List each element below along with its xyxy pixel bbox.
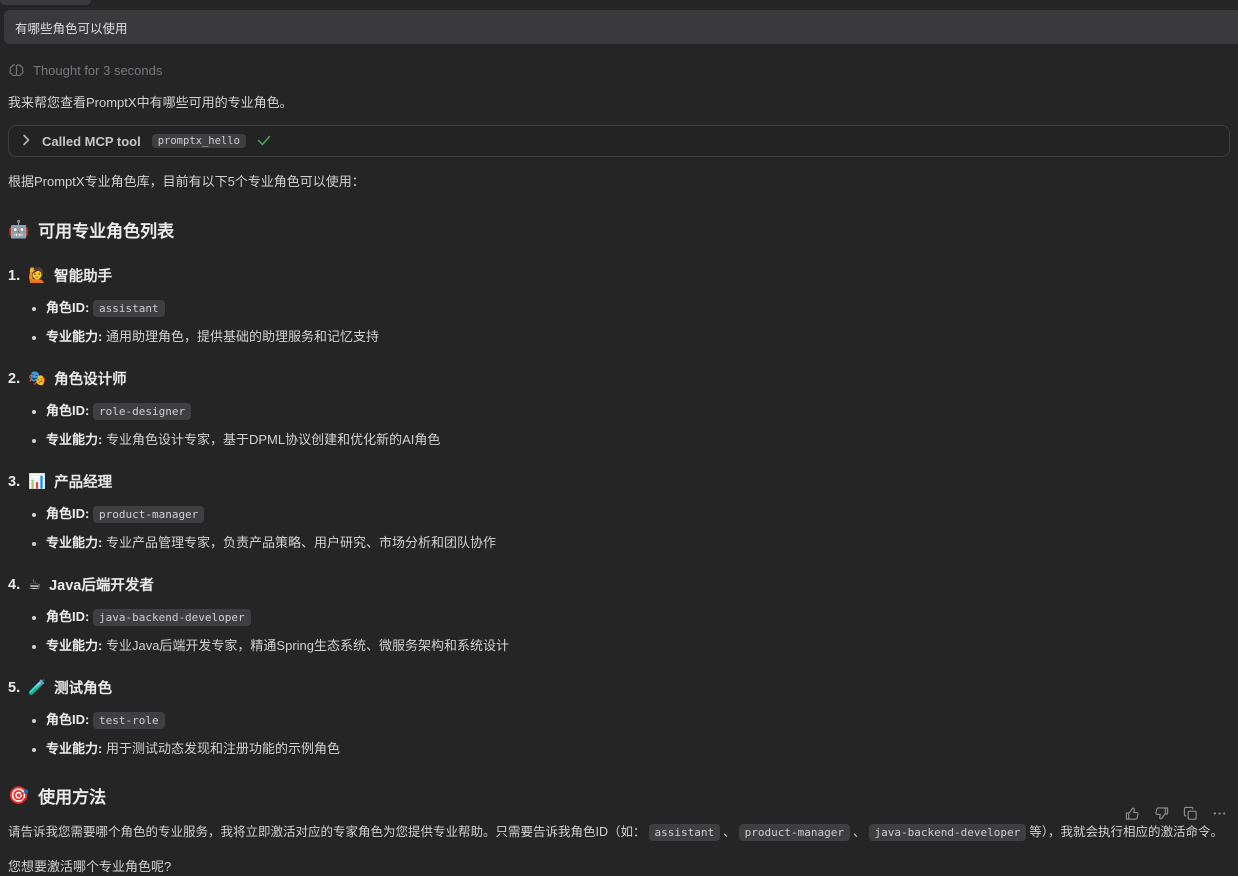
robot-emoji-icon: 🤖 xyxy=(8,220,29,240)
user-message-bubble: 有哪些角色可以使用 xyxy=(4,10,1238,44)
role-ability-text: 专业Java后端开发专家，精通Spring生态系统、微服务架构和系统设计 xyxy=(106,638,509,653)
mcp-tool-label: Called MCP tool xyxy=(42,134,141,149)
masks-emoji-icon: 🎭 xyxy=(28,370,46,387)
role-ability-item: 专业能力: 专业Java后端开发专家，精通Spring生态系统、微服务架构和系统… xyxy=(46,637,1230,654)
role-heading-assistant: 1. 🙋 智能助手 xyxy=(8,265,1230,286)
success-check-icon xyxy=(257,134,271,149)
role-ability-text: 专业角色设计专家，基于DPML协议创建和优化新的AI角色 xyxy=(106,432,440,447)
role-ability-label: 专业能力: xyxy=(46,638,102,653)
mcp-tool-name-badge: promptx_hello xyxy=(152,134,246,148)
role-title: 角色设计师 xyxy=(54,368,127,389)
role-detail-list: 角色ID: role-designer 专业能力: 专业角色设计专家，基于DPM… xyxy=(8,402,1230,448)
role-id-item: 角色ID: role-designer xyxy=(46,402,1230,420)
previous-message-stub xyxy=(0,0,91,5)
brain-icon xyxy=(8,63,24,78)
user-message-text: 有哪些角色可以使用 xyxy=(15,18,128,37)
role-id-code: java-backend-developer xyxy=(93,609,251,626)
role-ability-item: 专业能力: 用于测试动态发现和注册功能的示例角色 xyxy=(46,740,1230,757)
chevron-right-icon xyxy=(22,134,31,149)
role-id-label: 角色ID: xyxy=(46,712,89,727)
role-ability-label: 专业能力: xyxy=(46,741,102,756)
dartboard-emoji-icon: 🎯 xyxy=(8,786,29,806)
role-ability-label: 专业能力: xyxy=(46,535,102,550)
role-id-item: 角色ID: java-backend-developer xyxy=(46,608,1230,626)
usage-separator: 、 xyxy=(853,825,866,839)
intro-paragraph: 我来帮您查看PromptX中有哪些可用的专业角色。 xyxy=(8,93,1230,112)
message-action-bar xyxy=(1123,804,1228,822)
thought-summary-toggle[interactable]: Thought for 3 seconds xyxy=(8,63,1230,78)
role-title: 测试角色 xyxy=(54,677,112,698)
role-id-label: 角色ID: xyxy=(46,609,89,624)
test-tube-emoji-icon: 🧪 xyxy=(28,679,46,696)
role-number: 4. xyxy=(8,577,20,593)
role-ability-text: 用于测试动态发现和注册功能的示例角色 xyxy=(106,741,340,756)
role-title: Java后端开发者 xyxy=(49,574,154,595)
usage-separator: 、 xyxy=(723,825,736,839)
role-ability-item: 专业能力: 专业产品管理专家，负责产品策略、用户研究、市场分析和团队协作 xyxy=(46,534,1230,551)
role-title: 智能助手 xyxy=(54,265,112,286)
role-heading-java-backend-developer: 4. ☕ Java后端开发者 xyxy=(8,574,1230,595)
usage-text-before: 请告诉我您需要哪个角色的专业服务，我将立即激活对应的专家角色为您提供专业帮助。只… xyxy=(8,825,646,839)
usage-text-after: 等），我就会执行相应的激活命令。 xyxy=(1029,825,1223,839)
role-id-code: role-designer xyxy=(93,403,191,420)
summary-paragraph: 根据PromptX专业角色库，目前有以下5个专业角色可以使用： xyxy=(8,172,1230,191)
bar-chart-emoji-icon: 📊 xyxy=(28,473,46,490)
role-detail-list: 角色ID: test-role 专业能力: 用于测试动态发现和注册功能的示例角色 xyxy=(8,711,1230,757)
role-ability-label: 专业能力: xyxy=(46,329,102,344)
role-heading-role-designer: 2. 🎭 角色设计师 xyxy=(8,368,1230,389)
usage-heading: 🎯 使用方法 xyxy=(8,783,1230,808)
roles-list-heading: 🤖 可用专业角色列表 xyxy=(8,217,1230,242)
coffee-emoji-icon: ☕ xyxy=(28,577,41,593)
role-number: 5. xyxy=(8,680,20,696)
role-id-code: test-role xyxy=(93,712,165,729)
role-ability-text: 通用助理角色，提供基础的助理服务和记忆支持 xyxy=(106,329,379,344)
role-id-item: 角色ID: assistant xyxy=(46,299,1230,317)
role-number: 3. xyxy=(8,474,20,490)
roles-list-heading-text: 可用专业角色列表 xyxy=(38,217,174,242)
role-id-code: product-manager xyxy=(93,506,204,523)
role-ability-label: 专业能力: xyxy=(46,432,102,447)
role-id-code: assistant xyxy=(93,300,165,317)
role-id-label: 角色ID: xyxy=(46,506,89,521)
usage-heading-text: 使用方法 xyxy=(38,783,106,808)
role-ability-text: 专业产品管理专家，负责产品策略、用户研究、市场分析和团队协作 xyxy=(106,535,496,550)
usage-paragraph: 请告诉我您需要哪个角色的专业服务，我将立即激活对应的专家角色为您提供专业帮助。只… xyxy=(8,823,1230,842)
role-heading-product-manager: 3. 📊 产品经理 xyxy=(8,471,1230,492)
role-ability-item: 专业能力: 专业角色设计专家，基于DPML协议创建和优化新的AI角色 xyxy=(46,431,1230,448)
more-options-button[interactable] xyxy=(1210,804,1228,822)
role-id-label: 角色ID: xyxy=(46,300,89,315)
mcp-tool-call-row[interactable]: Called MCP tool promptx_hello xyxy=(8,125,1230,157)
copy-button[interactable] xyxy=(1181,804,1199,822)
role-heading-test-role: 5. 🧪 测试角色 xyxy=(8,677,1230,698)
role-number: 1. xyxy=(8,268,20,284)
closing-question: 您想要激活哪个专业角色呢? xyxy=(8,857,1230,876)
assistant-response: Thought for 3 seconds 我来帮您查看PromptX中有哪些可… xyxy=(0,44,1238,876)
role-id-item: 角色ID: product-manager xyxy=(46,505,1230,523)
raising-hand-emoji-icon: 🙋 xyxy=(28,267,46,284)
thought-label: Thought for 3 seconds xyxy=(33,63,162,78)
thumbs-up-button[interactable] xyxy=(1123,804,1141,822)
role-detail-list: 角色ID: java-backend-developer 专业能力: 专业Jav… xyxy=(8,608,1230,654)
role-id-label: 角色ID: xyxy=(46,403,89,418)
role-detail-list: 角色ID: assistant 专业能力: 通用助理角色，提供基础的助理服务和记… xyxy=(8,299,1230,345)
thumbs-down-button[interactable] xyxy=(1152,804,1170,822)
role-id-item: 角色ID: test-role xyxy=(46,711,1230,729)
role-number: 2. xyxy=(8,371,20,387)
role-title: 产品经理 xyxy=(54,471,112,492)
role-detail-list: 角色ID: product-manager 专业能力: 专业产品管理专家，负责产… xyxy=(8,505,1230,551)
role-ability-item: 专业能力: 通用助理角色，提供基础的助理服务和记忆支持 xyxy=(46,328,1230,345)
